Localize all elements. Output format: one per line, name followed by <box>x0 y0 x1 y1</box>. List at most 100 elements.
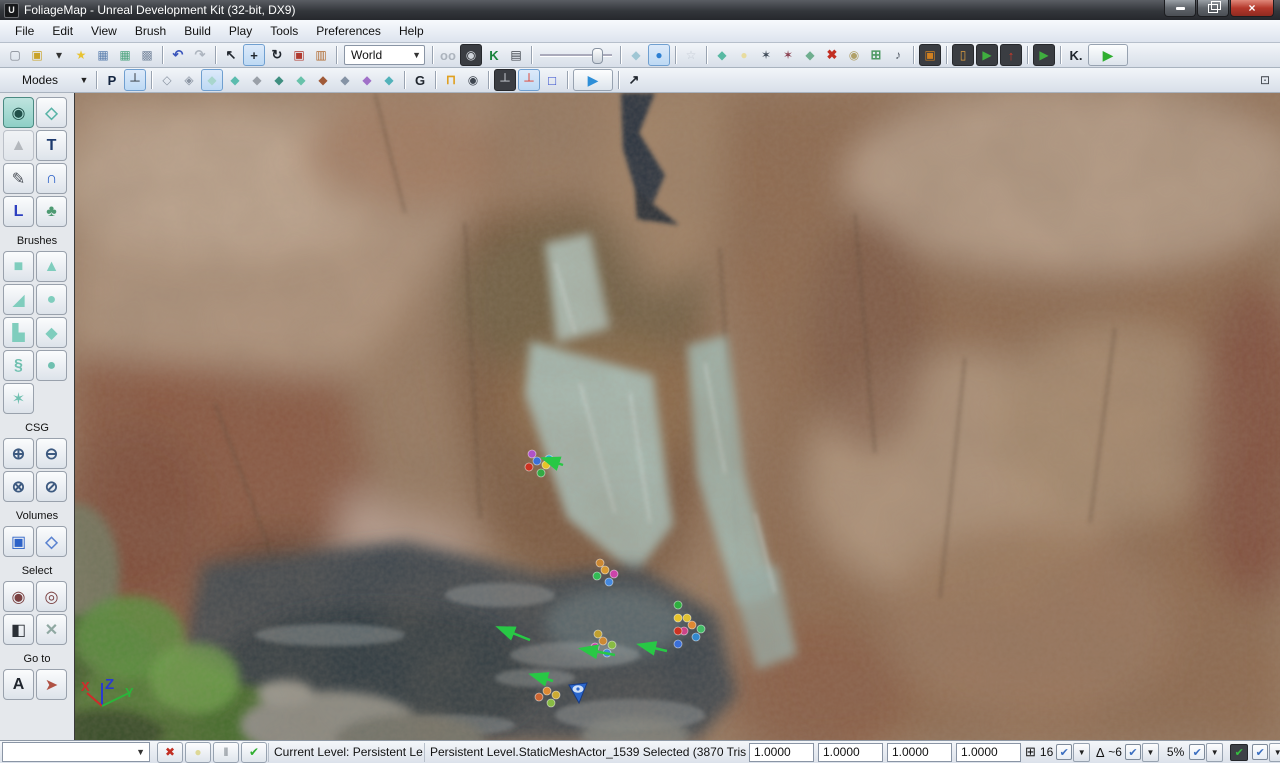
modes-dropdown-button[interactable]: ▼ <box>76 72 92 88</box>
viewport-3d[interactable]: X Z Y <box>15 83 1280 763</box>
package-game-icon[interactable]: ↑ <box>1000 44 1022 66</box>
volumetric-brush-button[interactable]: ✶ <box>3 383 34 414</box>
spiral-staircase-brush-button[interactable]: § <box>3 350 34 381</box>
translate-tool-icon[interactable]: + <box>243 44 265 66</box>
menu-play[interactable]: Play <box>220 22 261 40</box>
sheet-brush-button[interactable]: ◆ <box>36 317 67 348</box>
landscape-mode-button[interactable]: L <box>3 196 34 227</box>
close-button[interactable]: × <box>1230 0 1274 17</box>
build-all-icon[interactable]: ◆ <box>800 45 820 65</box>
transform-field-3[interactable]: 1.0000 <box>956 742 1021 762</box>
new-file-icon[interactable]: ▢ <box>5 45 25 65</box>
show-selected-eye-button[interactable]: ◉ <box>3 581 34 612</box>
open-file-icon[interactable]: ▣ <box>27 45 47 65</box>
undo-icon[interactable]: ↶ <box>168 45 188 65</box>
csg-deintersect-button[interactable]: ⊘ <box>36 471 67 502</box>
brush-wireframe-view-icon[interactable]: ◈ <box>179 70 199 90</box>
content-browser-icon[interactable]: ◉ <box>460 44 482 66</box>
kismet-icon[interactable]: K <box>484 45 504 65</box>
square-region-icon[interactable]: □ <box>542 70 562 90</box>
lit-view-icon[interactable]: ◆ <box>225 70 245 90</box>
realtime-joystick-icon[interactable]: ┴ <box>124 69 146 91</box>
menu-edit[interactable]: Edit <box>43 22 82 40</box>
play-on-mobile-icon[interactable]: ▶ <box>976 44 998 66</box>
scale-snap-checkbox[interactable]: ✔ <box>1189 744 1206 760</box>
drag-grid-checkbox[interactable]: ✔ <box>1056 744 1073 760</box>
scale-snap-dropdown[interactable]: ▼ <box>1206 742 1224 762</box>
curved-staircase-brush-button[interactable]: ◢ <box>3 284 34 315</box>
texture-density-view-icon[interactable]: ◆ <box>313 70 333 90</box>
cone-brush-button[interactable]: ▲ <box>36 251 67 282</box>
csg-intersect-button[interactable]: ⊗ <box>3 471 34 502</box>
deselect-all-button[interactable]: ✕ <box>36 614 67 645</box>
restore-button[interactable] <box>1197 0 1229 17</box>
add-volume-button[interactable]: ▣ <box>3 526 34 557</box>
build-cover-icon[interactable]: ✶ <box>778 45 798 65</box>
camera-speed-slider[interactable] <box>540 46 612 64</box>
volume-wireframe-button[interactable]: ◇ <box>36 526 67 557</box>
cancel-build-icon[interactable]: ✖ <box>822 45 842 65</box>
gamepad-record-icon[interactable]: ┴ <box>518 69 540 91</box>
light-complexity-view-icon[interactable]: ◆ <box>291 70 311 90</box>
bulb-toggle-button[interactable]: ● <box>185 741 211 763</box>
matinee-icon[interactable]: ▤ <box>506 45 526 65</box>
save-all-levels-icon[interactable]: ▩ <box>137 45 157 65</box>
rotate-tool-icon[interactable]: ↻ <box>267 45 287 65</box>
shader-complexity-view-icon[interactable]: ◆ <box>335 70 355 90</box>
camera-mode-button[interactable]: ◉ <box>3 97 34 128</box>
mesh-paint-mode-button[interactable]: ✎ <box>3 163 34 194</box>
transform-field-2[interactable]: 1.0000 <box>887 742 952 762</box>
reflections-view-icon[interactable]: ◆ <box>379 70 399 90</box>
transform-field-1[interactable]: 1.0000 <box>818 742 883 762</box>
sphere-brush-button[interactable]: ● <box>36 350 67 381</box>
lighting-quality-icon[interactable]: ◉ <box>844 45 864 65</box>
lightmap-density-view-icon[interactable]: ◆ <box>357 70 377 90</box>
play-in-editor-button[interactable]: ▶ <box>1088 44 1128 66</box>
popout-viewport-icon[interactable]: ↗ <box>624 70 644 90</box>
lightmap-res-icon[interactable]: ⊞ <box>866 45 886 65</box>
menu-preferences[interactable]: Preferences <box>307 22 390 40</box>
csg-add-button[interactable]: ⊕ <box>3 438 34 469</box>
play-on-pc-icon[interactable]: ▶ <box>1033 44 1055 66</box>
transform-field-0[interactable]: 1.0000 <box>749 742 814 762</box>
world-combo[interactable]: World ▼ <box>344 45 425 65</box>
letter-p-toggle-icon[interactable]: P <box>102 70 122 90</box>
play-in-viewport-button[interactable]: ▶ <box>573 69 613 91</box>
build-geometry-icon[interactable]: ◆ <box>712 45 732 65</box>
translucent-cube-icon[interactable]: ◆ <box>626 45 646 65</box>
geometry-mode-button[interactable]: ◇ <box>36 97 67 128</box>
csg-subtract-button[interactable]: ⊖ <box>36 438 67 469</box>
goto-builder-brush-button[interactable]: ➤ <box>36 669 67 700</box>
rotation-snap-dropdown[interactable]: ▼ <box>1141 742 1159 762</box>
cylinder-brush-button[interactable]: ● <box>36 284 67 315</box>
terrain-mode-button[interactable]: ▲ <box>3 130 34 161</box>
mobile-settings-icon[interactable]: ▯ <box>952 44 974 66</box>
lock-viewport-icon[interactable]: ⊓ <box>441 70 461 90</box>
game-view-icon[interactable]: G <box>410 70 430 90</box>
goto-actor-button[interactable]: A <box>3 669 34 700</box>
invert-selection-button[interactable]: ◧ <box>3 614 34 645</box>
float-panel-icon[interactable]: ⊡ <box>1255 70 1275 90</box>
menu-view[interactable]: View <box>82 22 126 40</box>
unreal-frontend-icon[interactable]: ▣ <box>919 44 941 66</box>
select-tool-icon[interactable]: ↖ <box>221 45 241 65</box>
rotation-snap-checkbox[interactable]: ✔ <box>1124 744 1141 760</box>
hide-selected-eye-button[interactable]: ◎ <box>36 581 67 612</box>
detail-lighting-view-icon[interactable]: ◆ <box>247 70 267 90</box>
kill-particles-button[interactable]: ✖ <box>157 741 183 763</box>
menu-help[interactable]: Help <box>390 22 433 40</box>
scale-tool-icon[interactable]: ▣ <box>289 45 309 65</box>
minimize-button[interactable] <box>1164 0 1196 17</box>
camera-ok-button[interactable]: ✔ <box>241 741 267 763</box>
static-mesh-mode-button[interactable]: ∩ <box>36 163 67 194</box>
gamepad-icon[interactable]: ┴ <box>494 69 516 91</box>
drag-grid-dropdown[interactable]: ▼ <box>1073 742 1091 762</box>
menu-file[interactable]: File <box>6 22 43 40</box>
menu-build[interactable]: Build <box>175 22 220 40</box>
favorites-star-icon[interactable]: ★ <box>71 45 91 65</box>
unlit-view-icon[interactable]: ◆ <box>201 69 223 91</box>
sounds-toggle-icon[interactable]: ♪ <box>888 45 908 65</box>
lighting-only-view-icon[interactable]: ◆ <box>269 70 289 90</box>
texture-align-mode-button[interactable]: T <box>36 130 67 161</box>
wireframe-view-icon[interactable]: ◇ <box>157 70 177 90</box>
